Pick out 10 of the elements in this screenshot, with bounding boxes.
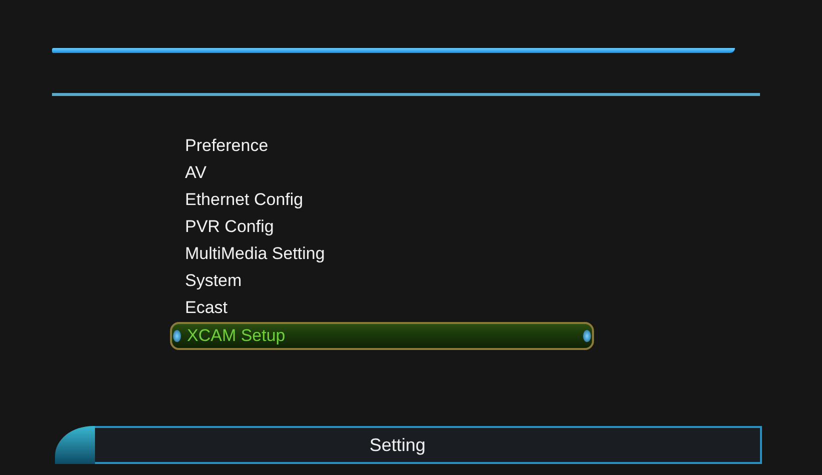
corner-accent — [55, 426, 95, 464]
menu-item[interactable]: AV — [170, 159, 594, 186]
menu-item[interactable]: MultiMedia Setting — [170, 240, 594, 267]
menu-item[interactable]: PVR Config — [170, 213, 594, 240]
menu-item[interactable]: Ethernet Config — [170, 186, 594, 213]
menu-item[interactable]: System — [170, 267, 594, 294]
screen-title: Setting — [369, 434, 426, 456]
menu-item[interactable]: Preference — [170, 132, 594, 159]
menu-item[interactable]: XCAM Setup — [170, 322, 594, 350]
menu-item[interactable]: Ecast — [170, 294, 594, 321]
